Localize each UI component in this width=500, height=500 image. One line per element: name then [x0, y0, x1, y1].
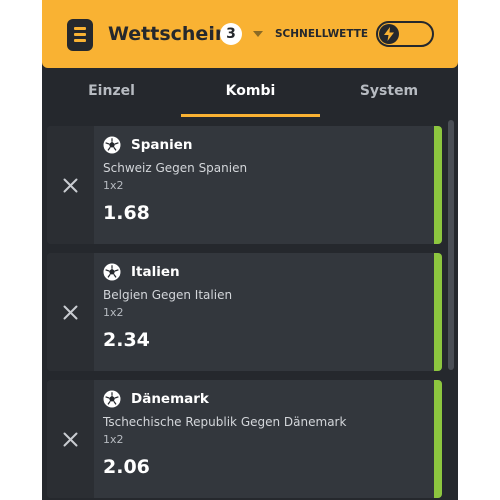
bet-team: Italien [131, 264, 180, 280]
bet-type-tabs: Einzel Kombi System [42, 68, 458, 117]
soccer-ball-icon [103, 390, 121, 408]
selection-indicator [434, 253, 442, 371]
bet-card: Italien Belgien Gegen Italien 1x2 2.34 [47, 253, 442, 371]
bet-card: Spanien Schweiz Gegen Spanien 1x2 1.68 [47, 126, 442, 244]
bet-match: Schweiz Gegen Spanien [103, 161, 248, 175]
quick-bet-toggle[interactable] [376, 21, 434, 47]
close-icon [63, 432, 78, 447]
close-icon [63, 305, 78, 320]
remove-bet-button[interactable] [47, 380, 94, 498]
caret-down-icon[interactable] [253, 31, 263, 37]
bet-card: Dänemark Tschechische Republik Gegen Dän… [47, 380, 442, 498]
betslip-header: Wettschein 3 SCHNELLWETTE [42, 0, 458, 68]
bet-odds: 2.34 [103, 329, 150, 351]
bet-match: Belgien Gegen Italien [103, 288, 233, 302]
remove-bet-button[interactable] [47, 126, 94, 244]
close-icon [63, 178, 78, 193]
bet-list: Spanien Schweiz Gegen Spanien 1x2 1.68 I… [42, 117, 458, 500]
bet-market: 1x2 [103, 179, 124, 192]
quick-bet-label: SCHNELLWETTE [275, 28, 369, 40]
soccer-ball-icon [103, 136, 121, 154]
selection-indicator [434, 126, 442, 244]
tab-kombi[interactable]: Kombi [181, 68, 320, 117]
bet-odds: 1.68 [103, 202, 150, 224]
bet-count-badge: 3 [220, 23, 242, 45]
bet-team: Spanien [131, 137, 193, 153]
lightning-icon [384, 27, 394, 41]
toggle-knob [379, 24, 399, 44]
tab-system[interactable]: System [320, 68, 458, 117]
bet-team: Dänemark [131, 391, 209, 407]
bet-market: 1x2 [103, 306, 124, 319]
selection-indicator [434, 380, 442, 498]
menu-icon[interactable] [67, 19, 93, 51]
bet-odds: 2.06 [103, 456, 150, 478]
bet-market: 1x2 [103, 433, 124, 446]
tab-einzel[interactable]: Einzel [42, 68, 181, 117]
scrollbar[interactable] [448, 120, 454, 370]
betslip-title[interactable]: Wettschein [108, 22, 228, 46]
bet-match: Tschechische Republik Gegen Dänemark [103, 415, 347, 429]
remove-bet-button[interactable] [47, 253, 94, 371]
soccer-ball-icon [103, 263, 121, 281]
betslip-panel: Wettschein 3 SCHNELLWETTE Einzel Kombi S… [42, 0, 458, 500]
